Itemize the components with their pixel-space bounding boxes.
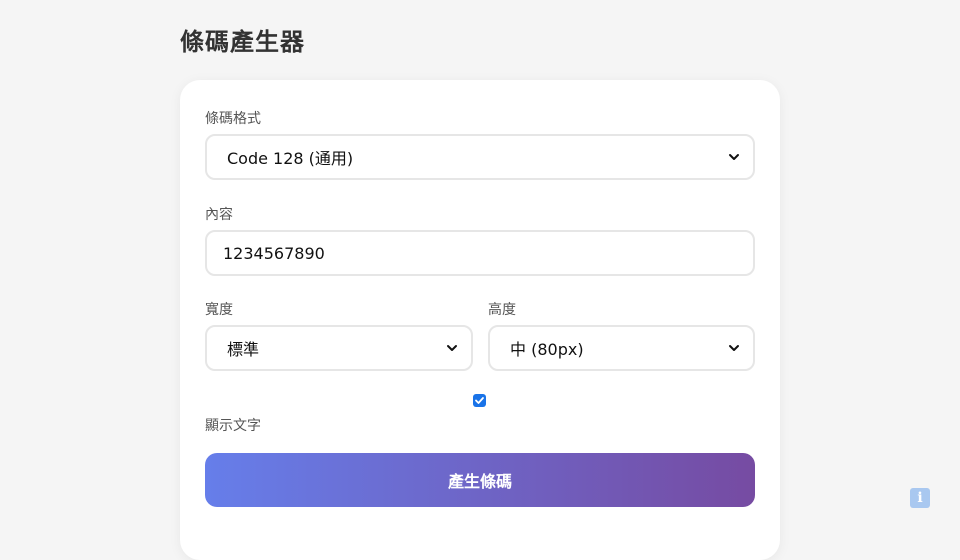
barcode-form-card: 條碼格式 Code 128 (通用) 內容 1234567890 寬度 標準 高… (180, 80, 780, 560)
height-select-value: 中 (80px) (510, 340, 584, 359)
info-icon[interactable]: i (910, 488, 930, 508)
height-label: 高度 (488, 302, 516, 318)
content-input[interactable]: 1234567890 (205, 230, 755, 276)
content-label: 內容 (205, 207, 233, 223)
show-text-checkbox[interactable] (473, 394, 486, 407)
content-input-value: 1234567890 (223, 243, 325, 263)
format-select[interactable]: Code 128 (通用) (205, 134, 755, 180)
chevron-down-icon (727, 150, 741, 164)
page-title: 條碼產生器 (180, 28, 305, 56)
height-select[interactable]: 中 (80px) (488, 325, 755, 371)
format-label: 條碼格式 (205, 111, 261, 127)
checkmark-icon (474, 395, 485, 406)
format-select-value: Code 128 (通用) (227, 149, 354, 168)
chevron-down-icon (445, 341, 459, 355)
chevron-down-icon (727, 341, 741, 355)
width-select[interactable]: 標準 (205, 325, 473, 371)
width-label: 寬度 (205, 302, 233, 318)
width-select-value: 標準 (227, 340, 260, 359)
show-text-label: 顯示文字 (205, 418, 261, 434)
generate-barcode-button[interactable]: 產生條碼 (205, 453, 755, 507)
